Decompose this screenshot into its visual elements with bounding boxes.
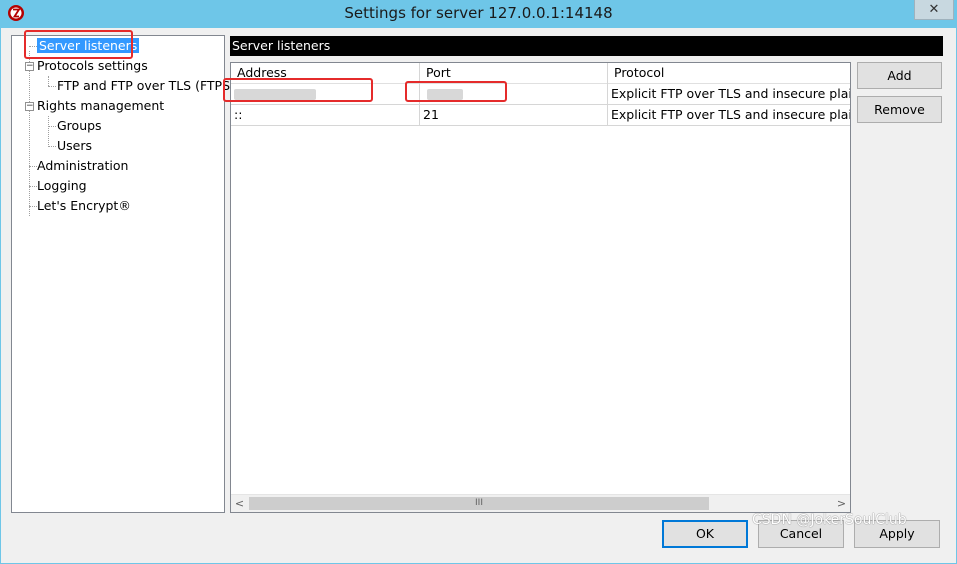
- tree-connector: [29, 186, 37, 187]
- tree-item-administration[interactable]: Administration: [37, 157, 128, 175]
- close-icon: ✕: [928, 2, 940, 17]
- tree-item-users[interactable]: Users: [57, 137, 92, 155]
- tree-connector: [48, 86, 56, 87]
- highlight-box: [405, 81, 507, 102]
- watermark: CSDN @JokerSoulClub: [752, 512, 907, 528]
- horizontal-scrollbar[interactable]: < III >: [231, 494, 850, 512]
- tree-item-protocols-settings[interactable]: Protocols settings: [37, 57, 148, 75]
- tree-connector: [48, 76, 49, 86]
- tree-connector: [29, 51, 30, 216]
- tree-item-lets-encrypt[interactable]: Let's Encrypt®: [37, 197, 131, 215]
- cell-protocol: Explicit FTP over TLS and insecure plain…: [611, 86, 850, 101]
- ok-button[interactable]: OK: [662, 520, 748, 548]
- window-title: Settings for server 127.0.0.1:14148: [344, 4, 613, 22]
- add-button[interactable]: Add: [857, 62, 942, 89]
- dialog-client-area: − − Server listeners Protocols settings …: [1, 28, 956, 563]
- collapse-icon[interactable]: −: [25, 62, 34, 71]
- scroll-thumb[interactable]: III: [249, 497, 709, 510]
- title-bar: Settings for server 127.0.0.1:14148 ✕: [0, 0, 957, 28]
- tree-item-ftp-ftps[interactable]: FTP and FTP over TLS (FTPS): [57, 77, 235, 95]
- highlight-box: [223, 78, 373, 102]
- column-port[interactable]: Port: [420, 63, 608, 83]
- column-protocol[interactable]: Protocol: [608, 63, 850, 83]
- panel-title: Server listeners: [230, 36, 943, 56]
- tree-connector: [48, 126, 56, 127]
- close-button[interactable]: ✕: [914, 0, 954, 20]
- tree-item-logging[interactable]: Logging: [37, 177, 87, 195]
- listeners-list[interactable]: Address Port Protocol Explicit FTP over …: [230, 62, 851, 513]
- tree-connector: [48, 146, 56, 147]
- highlight-box: [24, 30, 133, 59]
- table-row[interactable]: :: 21 Explicit FTP over TLS and insecure…: [231, 104, 850, 126]
- remove-button[interactable]: Remove: [857, 96, 942, 123]
- tree-connector: [48, 116, 49, 147]
- settings-tree[interactable]: − − Server listeners Protocols settings …: [11, 35, 235, 513]
- cell-port: 21: [420, 104, 608, 125]
- tree-item-groups[interactable]: Groups: [57, 117, 102, 135]
- tree-connector: [29, 166, 37, 167]
- cell-protocol: Explicit FTP over TLS and insecure plain…: [611, 107, 850, 122]
- scroll-left-icon[interactable]: <: [231, 495, 248, 512]
- tree-connector: [29, 206, 37, 207]
- collapse-icon[interactable]: −: [25, 102, 34, 111]
- tree-item-rights-management[interactable]: Rights management: [37, 97, 164, 115]
- scroll-right-icon[interactable]: >: [833, 495, 850, 512]
- cell-address: ::: [231, 104, 420, 125]
